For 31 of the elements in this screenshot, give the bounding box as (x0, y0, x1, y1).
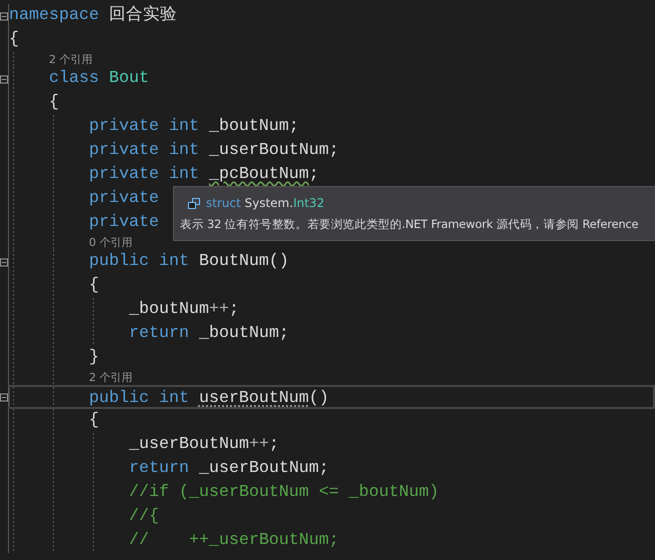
collapse-icon[interactable] (0, 74, 8, 84)
code-line: private (89, 188, 159, 210)
code-line: private int _boutNum; (89, 116, 299, 138)
code-line: } (89, 347, 99, 369)
code-line: private int _pcBoutNum; (89, 164, 319, 186)
code-line: { (89, 275, 99, 297)
code-line: public int userBoutNum() (89, 388, 329, 407)
code-line: namespace 回合实验 (9, 4, 177, 27)
reference-count-link[interactable]: 0 个引用 (89, 235, 132, 250)
type-description: 表示 32 位有符号整数。若要浏览此类型的.NET Framework 源代码，请参阅 Reference (180, 217, 638, 232)
code-line: // ++_userBoutNum; (129, 530, 339, 552)
reference-count-link[interactable]: 2 个引用 (49, 52, 92, 67)
code-line: public int BoutNum() (89, 251, 289, 273)
reference-count-link[interactable]: 2 个引用 (89, 370, 132, 385)
collapse-icon[interactable] (0, 258, 8, 266)
type-signature: struct System.Int32 (206, 196, 324, 210)
code-line: { (49, 92, 59, 114)
code-line: return _boutNum; (129, 323, 289, 345)
collapse-icon[interactable] (0, 12, 8, 20)
code-line: //{ (129, 506, 159, 528)
struct-icon (188, 198, 200, 208)
code-line: _userBoutNum++; (129, 434, 279, 456)
code-line: _boutNum++; (129, 299, 239, 321)
collapse-icon[interactable] (0, 392, 8, 402)
code-line: return _userBoutNum; (129, 458, 329, 480)
code-line: { (89, 410, 99, 432)
code-line: //if (_userBoutNum <= _boutNum) (129, 482, 439, 504)
code-line: class Bout (49, 68, 149, 90)
code-line: private int _userBoutNum; (89, 140, 339, 162)
code-line: { (9, 29, 19, 51)
code-line: private (89, 212, 159, 234)
